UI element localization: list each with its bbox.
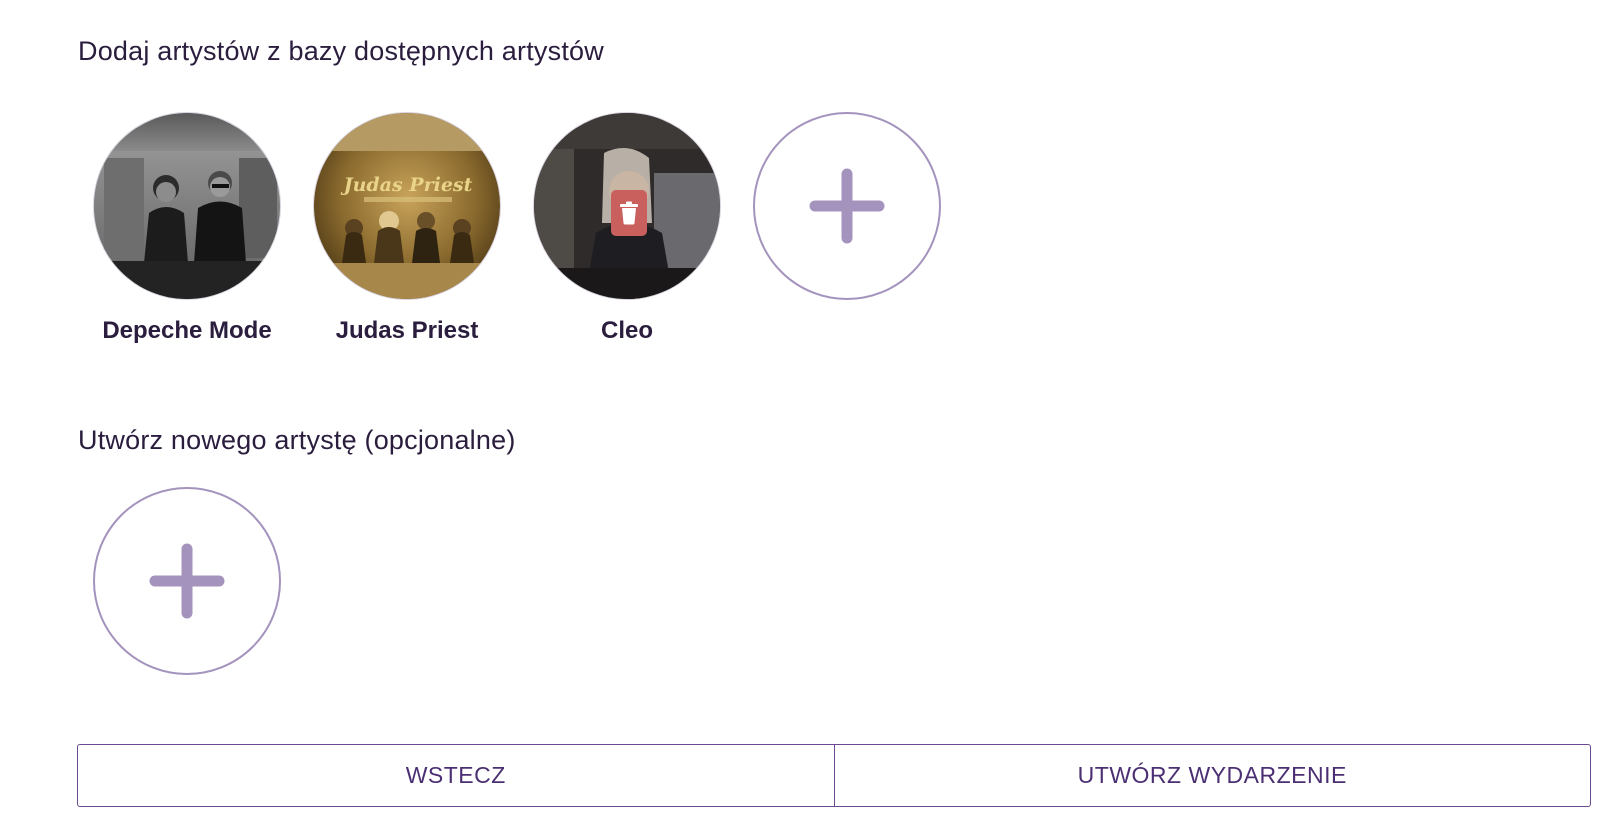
new-artist-heading: Utwórz nowego artystę (opcjonalne) bbox=[78, 425, 516, 455]
create-event-artists-step: Dodaj artystów z bazy dostępnych artystó… bbox=[0, 0, 1612, 833]
artist-card-cleo[interactable]: Cleo bbox=[533, 112, 721, 345]
add-existing-artist-card[interactable] bbox=[753, 112, 941, 345]
existing-artists-heading: Dodaj artystów z bazy dostępnych artystó… bbox=[78, 36, 604, 66]
artist-photo bbox=[94, 113, 280, 299]
add-existing-artist-button[interactable] bbox=[753, 112, 941, 300]
artist-name: Judas Priest bbox=[335, 317, 479, 344]
artist-avatar[interactable]: Judas Priest bbox=[313, 112, 501, 300]
create-new-artist-button[interactable] bbox=[93, 487, 281, 675]
artist-photo: Judas Priest bbox=[314, 113, 500, 299]
artist-name: Depeche Mode bbox=[102, 317, 272, 344]
artist-avatar[interactable] bbox=[533, 112, 721, 300]
artist-list: Depeche Mode Judas Priest Judas Priest C… bbox=[93, 112, 941, 345]
plus-icon bbox=[149, 543, 225, 619]
delete-artist-button[interactable] bbox=[611, 190, 647, 236]
artist-card-judas-priest[interactable]: Judas Priest Judas Priest bbox=[313, 112, 501, 345]
artist-name: Cleo bbox=[600, 317, 653, 344]
create-new-artist-card[interactable] bbox=[93, 487, 281, 675]
navigation-buttons: WSTECZ UTWÓRZ WYDARZENIE bbox=[77, 744, 1591, 807]
artist-avatar[interactable] bbox=[93, 112, 281, 300]
trash-icon bbox=[620, 201, 638, 225]
back-button[interactable]: WSTECZ bbox=[77, 744, 835, 807]
artist-card-depeche-mode[interactable]: Depeche Mode bbox=[93, 112, 281, 345]
create-event-button[interactable]: UTWÓRZ WYDARZENIE bbox=[834, 744, 1591, 807]
svg-text:Judas Priest: Judas Priest bbox=[341, 174, 473, 196]
plus-icon bbox=[809, 168, 885, 244]
